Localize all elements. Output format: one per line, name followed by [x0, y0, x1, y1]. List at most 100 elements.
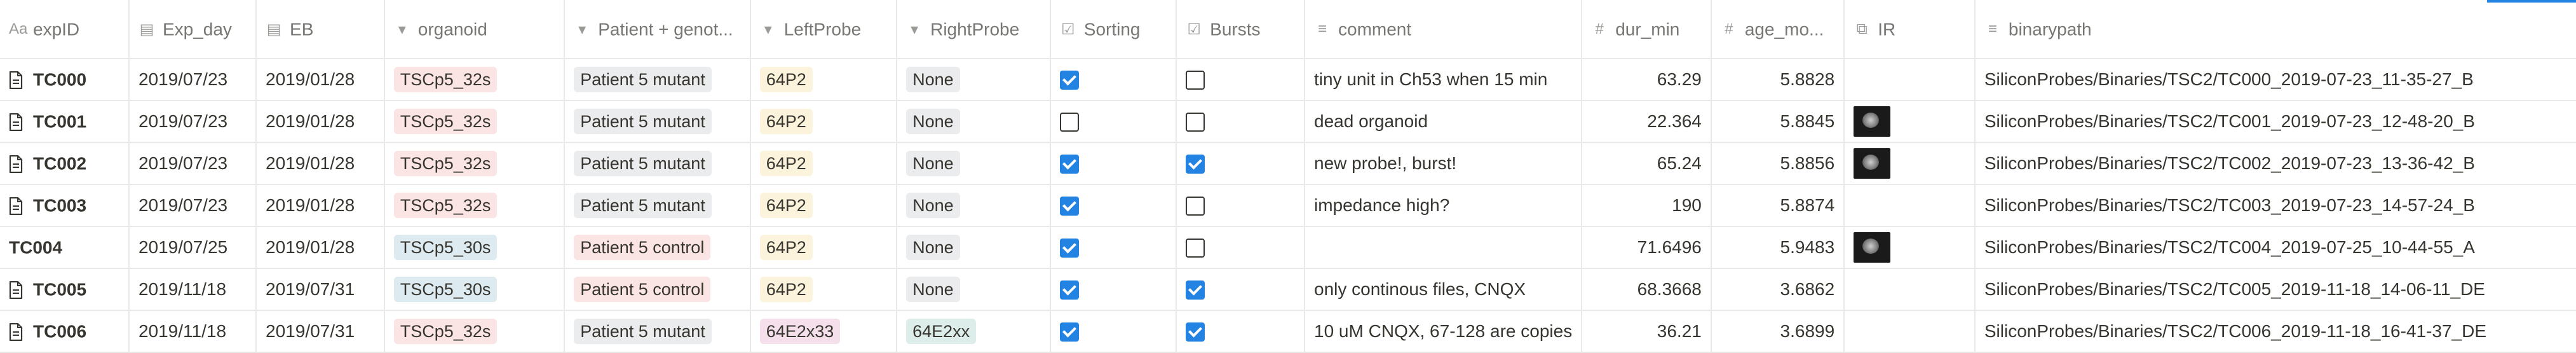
cell-comment[interactable]	[1305, 226, 1583, 269]
cell-dur-min[interactable]: 190	[1582, 184, 1712, 227]
cell-ir[interactable]	[1844, 268, 1976, 311]
cell-rightprobe[interactable]: None	[897, 268, 1051, 311]
ir-image-thumbnail[interactable]	[1854, 148, 1891, 179]
cell-leftprobe[interactable]: 64E2x33	[750, 310, 898, 353]
cell-comment[interactable]: 10 uM CNQX, 67-128 are copies	[1305, 310, 1583, 353]
bursts-checkbox[interactable]	[1186, 239, 1205, 258]
sorting-checkbox[interactable]	[1059, 113, 1079, 132]
cell-binarypath[interactable]: SiliconProbes/Binaries/TSC2/TC001_2019-0…	[1974, 100, 2576, 143]
cell-eb[interactable]: 2019/07/31	[256, 268, 385, 311]
cell-exp-day[interactable]: 2019/07/23	[128, 59, 257, 101]
table-row[interactable]: TC006 2019/11/18 2019/07/31 TSCp5_32s Patien…	[0, 310, 2576, 353]
cell-organoid[interactable]: TSCp5_30s	[384, 226, 566, 269]
cell-dur-min[interactable]: 63.29	[1582, 59, 1712, 101]
cell-organoid[interactable]: TSCp5_30s	[384, 268, 566, 311]
sorting-checkbox[interactable]	[1059, 197, 1079, 216]
cell-bursts[interactable]	[1176, 100, 1305, 143]
row-title[interactable]: TC001	[33, 112, 86, 132]
cell-comment[interactable]: impedance high?	[1305, 184, 1583, 227]
cell-rightprobe[interactable]: None	[897, 142, 1051, 185]
cell-organoid[interactable]: TSCp5_32s	[384, 184, 566, 227]
cell-rightprobe[interactable]: None	[897, 59, 1051, 101]
cell-comment[interactable]: dead organoid	[1305, 100, 1583, 143]
column-header-exp_day[interactable]: ▤ Exp_day	[128, 0, 257, 59]
cell-dur-min[interactable]: 71.6496	[1582, 226, 1712, 269]
bursts-checkbox[interactable]	[1186, 322, 1205, 342]
cell-binarypath[interactable]: SiliconProbes/Binaries/TSC2/TC005_2019-1…	[1974, 268, 2576, 311]
cell-binarypath[interactable]: SiliconProbes/Binaries/TSC2/TC002_2019-0…	[1974, 142, 2576, 185]
cell-exp-day[interactable]: 2019/07/23	[128, 100, 257, 143]
cell-age-mo[interactable]: 5.8856	[1711, 142, 1845, 185]
cell-leftprobe[interactable]: 64P2	[750, 100, 898, 143]
bursts-checkbox[interactable]	[1186, 155, 1205, 174]
cell-leftprobe[interactable]: 64P2	[750, 268, 898, 311]
cell-sorting[interactable]	[1050, 184, 1177, 227]
cell-organoid[interactable]: TSCp5_32s	[384, 142, 566, 185]
cell-sorting[interactable]	[1050, 226, 1177, 269]
cell-leftprobe[interactable]: 64P2	[750, 184, 898, 227]
bursts-checkbox[interactable]	[1186, 71, 1205, 90]
cell-expid[interactable]: TC006	[0, 310, 130, 353]
bursts-checkbox[interactable]	[1186, 113, 1205, 132]
cell-eb[interactable]: 2019/07/31	[256, 310, 385, 353]
sorting-checkbox[interactable]	[1059, 71, 1079, 90]
cell-expid[interactable]: TC000	[0, 59, 130, 101]
cell-eb[interactable]: 2019/01/28	[256, 59, 385, 101]
row-title[interactable]: TC004	[9, 238, 62, 258]
table-row[interactable]: TC001 2019/07/23 2019/01/28 TSCp5_32s Patien…	[0, 100, 2576, 143]
cell-dur-min[interactable]: 68.3668	[1582, 268, 1712, 311]
cell-binarypath[interactable]: SiliconProbes/Binaries/TSC2/TC000_2019-0…	[1974, 59, 2576, 101]
cell-comment[interactable]: tiny unit in Ch53 when 15 min	[1305, 59, 1583, 101]
cell-age-mo[interactable]: 5.8828	[1711, 59, 1845, 101]
cell-bursts[interactable]	[1176, 226, 1305, 269]
cell-exp-day[interactable]: 2019/11/18	[128, 268, 257, 311]
cell-bursts[interactable]	[1176, 310, 1305, 353]
cell-age-mo[interactable]: 5.8845	[1711, 100, 1845, 143]
cell-expid[interactable]: TC002	[0, 142, 130, 185]
column-header-patient[interactable]: ▾ Patient + genot...	[564, 0, 751, 59]
cell-rightprobe[interactable]: None	[897, 184, 1051, 227]
cell-ir[interactable]	[1844, 184, 1976, 227]
sorting-checkbox[interactable]	[1059, 322, 1079, 342]
column-header-comment[interactable]: ≡ comment	[1305, 0, 1583, 59]
table-row[interactable]: TC002 2019/07/23 2019/01/28 TSCp5_32s Patien…	[0, 142, 2576, 185]
cell-binarypath[interactable]: SiliconProbes/Binaries/TSC2/TC006_2019-1…	[1974, 310, 2576, 353]
row-title[interactable]: TC006	[33, 322, 86, 342]
cell-organoid[interactable]: TSCp5_32s	[384, 310, 566, 353]
bursts-checkbox[interactable]	[1186, 197, 1205, 216]
cell-patient[interactable]: Patient 5 mutant	[564, 100, 751, 143]
cell-exp-day[interactable]: 2019/07/23	[128, 184, 257, 227]
cell-ir[interactable]	[1844, 100, 1976, 143]
cell-ir[interactable]	[1844, 310, 1976, 353]
cell-exp-day[interactable]: 2019/07/23	[128, 142, 257, 185]
cell-patient[interactable]: Patient 5 mutant	[564, 142, 751, 185]
cell-sorting[interactable]	[1050, 100, 1177, 143]
cell-expid[interactable]: TC003	[0, 184, 130, 227]
table-row[interactable]: TC005 2019/11/18 2019/07/31 TSCp5_30s Patien…	[0, 268, 2576, 311]
column-header-dur_min[interactable]: # dur_min	[1582, 0, 1712, 59]
cell-sorting[interactable]	[1050, 59, 1177, 101]
table-row[interactable]: TC003 2019/07/23 2019/01/28 TSCp5_32s Patien…	[0, 184, 2576, 227]
cell-rightprobe[interactable]: None	[897, 226, 1051, 269]
row-title[interactable]: TC002	[33, 154, 86, 174]
sorting-checkbox[interactable]	[1059, 280, 1079, 300]
cell-dur-min[interactable]: 22.364	[1582, 100, 1712, 143]
column-header-expID[interactable]: Aa expID	[0, 0, 130, 59]
cell-dur-min[interactable]: 36.21	[1582, 310, 1712, 353]
cell-sorting[interactable]	[1050, 142, 1177, 185]
cell-eb[interactable]: 2019/01/28	[256, 142, 385, 185]
table-row[interactable]: TC000 2019/07/23 2019/01/28 TSCp5_32s Patien…	[0, 59, 2576, 101]
row-title[interactable]: TC000	[33, 70, 86, 90]
cell-patient[interactable]: Patient 5 mutant	[564, 184, 751, 227]
cell-sorting[interactable]	[1050, 268, 1177, 311]
cell-dur-min[interactable]: 65.24	[1582, 142, 1712, 185]
cell-binarypath[interactable]: SiliconProbes/Binaries/TSC2/TC003_2019-0…	[1974, 184, 2576, 227]
cell-patient[interactable]: Patient 5 control	[564, 268, 751, 311]
column-header-bursts[interactable]: ☑ Bursts	[1176, 0, 1305, 59]
cell-organoid[interactable]: TSCp5_32s	[384, 59, 566, 101]
cell-organoid[interactable]: TSCp5_32s	[384, 100, 566, 143]
column-header-sorting[interactable]: ☑ Sorting	[1050, 0, 1177, 59]
cell-sorting[interactable]	[1050, 310, 1177, 353]
cell-age-mo[interactable]: 5.9483	[1711, 226, 1845, 269]
cell-age-mo[interactable]: 3.6862	[1711, 268, 1845, 311]
